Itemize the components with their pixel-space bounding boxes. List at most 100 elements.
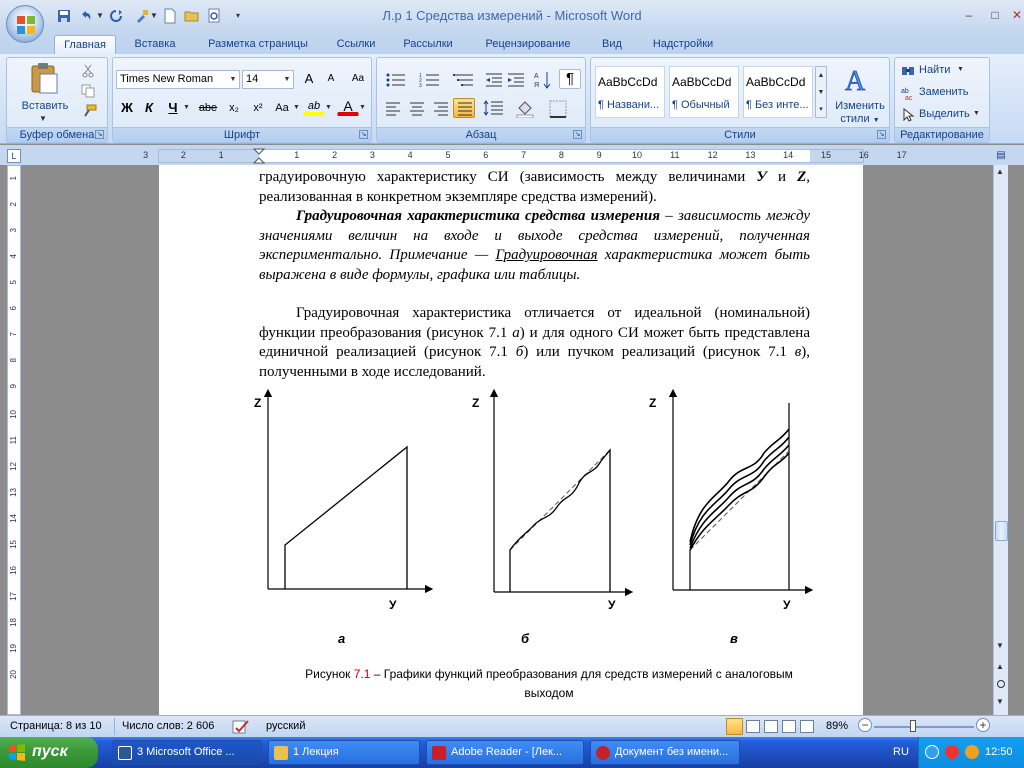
previous-page-icon[interactable]: ▲	[996, 662, 1004, 671]
word-count-status[interactable]: Число слов: 2 606	[122, 720, 214, 732]
vertical-scrollbar[interactable]: ▲ ▼ ▲ ▼	[993, 165, 1008, 715]
tab-page-layout[interactable]: Разметка страницы	[196, 35, 320, 54]
language-status[interactable]: русский	[266, 720, 305, 732]
indent-marker-icon[interactable]	[253, 148, 265, 164]
select-button[interactable]: Выделить	[919, 108, 970, 120]
subscript-button[interactable]: x₂	[223, 98, 245, 118]
replace-button[interactable]: Заменить	[919, 86, 968, 98]
next-page-icon[interactable]: ▼	[996, 697, 1004, 706]
grow-font-button[interactable]: A	[299, 69, 319, 89]
proofing-icon[interactable]	[232, 719, 250, 735]
paste-icon[interactable]	[29, 62, 59, 94]
find-icon[interactable]	[901, 64, 915, 78]
line-spacing-icon[interactable]	[483, 100, 505, 116]
tab-selector[interactable]: L	[7, 149, 21, 163]
tab-review[interactable]: Рецензирование	[474, 35, 582, 54]
print-layout-view-icon[interactable]	[726, 718, 743, 735]
task-adobe[interactable]: Adobe Reader - [Лек...	[426, 740, 584, 765]
document-page[interactable]: градуировочную характеристику СИ (зависи…	[159, 165, 863, 715]
clipboard-launcher-icon[interactable]: ↘	[95, 130, 104, 139]
justify-button[interactable]	[453, 98, 475, 118]
scroll-thumb[interactable]	[995, 521, 1008, 541]
font-launcher-icon[interactable]: ↘	[359, 130, 368, 139]
increase-indent-icon[interactable]	[507, 72, 525, 88]
tab-mailings[interactable]: Рассылки	[394, 35, 462, 54]
sort-icon[interactable]: AЯ	[533, 70, 553, 90]
find-button[interactable]: Найти	[919, 64, 950, 76]
highlight-dropdown-icon[interactable]: ▼	[325, 104, 332, 111]
document-area[interactable]: градуировочную характеристику СИ (зависи…	[22, 165, 992, 715]
zoom-slider[interactable]	[874, 726, 974, 728]
underline-dropdown-icon[interactable]: ▼	[183, 104, 190, 111]
font-name-combo[interactable]: Times New Roman ▼	[116, 70, 240, 89]
multilevel-list-icon[interactable]	[453, 72, 477, 88]
change-case-button[interactable]: Aa	[271, 98, 293, 118]
select-dropdown-icon[interactable]: ▼	[973, 110, 980, 117]
styles-scroll[interactable]: ▲ ▼ ▾	[815, 66, 827, 118]
style-no-spacing[interactable]: AaBbCcDd ¶ Без инте...	[743, 66, 813, 118]
scroll-up-icon[interactable]: ▲	[996, 167, 1004, 176]
tab-home[interactable]: Главная	[54, 35, 116, 54]
zoom-slider-thumb[interactable]	[910, 720, 916, 732]
find-dropdown-icon[interactable]: ▼	[957, 66, 964, 73]
start-button[interactable]: пуск	[0, 737, 98, 768]
shading-icon[interactable]	[515, 100, 535, 118]
tab-addins[interactable]: Надстройки	[642, 35, 724, 54]
full-screen-view-icon[interactable]	[746, 720, 760, 733]
align-right-icon[interactable]	[433, 102, 449, 116]
clear-format-button[interactable]: Aa	[347, 69, 369, 89]
draft-view-icon[interactable]	[800, 720, 814, 733]
change-styles-button[interactable]: Изменить стили ▼	[829, 100, 891, 127]
decrease-indent-icon[interactable]	[485, 72, 503, 88]
outline-view-icon[interactable]	[782, 720, 796, 733]
borders-icon[interactable]	[549, 100, 567, 118]
change-styles-dropdown-icon[interactable]: ▼	[873, 117, 880, 124]
copy-icon[interactable]	[81, 84, 95, 98]
tray-security-icon[interactable]	[945, 745, 959, 759]
task-document[interactable]: Документ без имени...	[590, 740, 740, 765]
italic-button[interactable]: К	[139, 98, 159, 118]
style-normal[interactable]: AaBbCcDd ¶ Обычный	[669, 66, 739, 118]
task-folder[interactable]: 1 Лекция	[268, 740, 420, 765]
paste-dropdown-icon[interactable]: ▼	[39, 114, 47, 123]
strikethrough-button[interactable]: abe	[195, 98, 221, 118]
font-size-dropdown-icon[interactable]: ▼	[281, 71, 293, 88]
tray-update-icon[interactable]	[965, 745, 979, 759]
web-layout-view-icon[interactable]	[764, 720, 778, 733]
maximize-button[interactable]: □	[988, 9, 1002, 21]
zoom-in-icon[interactable]: +	[976, 718, 990, 732]
task-word[interactable]: 3 Microsoft Office ...	[112, 740, 262, 765]
input-language[interactable]: RU	[893, 746, 909, 758]
replace-icon[interactable]: abac	[901, 86, 915, 100]
tab-references[interactable]: Ссылки	[328, 35, 384, 54]
change-styles-icon[interactable]: A	[841, 64, 875, 96]
font-color-dropdown-icon[interactable]: ▼	[359, 104, 366, 111]
tab-insert[interactable]: Вставка	[124, 35, 186, 54]
superscript-button[interactable]: x²	[247, 98, 269, 118]
minimize-button[interactable]: –	[962, 9, 976, 21]
close-button[interactable]: ✕	[1010, 9, 1024, 21]
browse-object-icon[interactable]	[997, 680, 1005, 688]
font-name-dropdown-icon[interactable]: ▼	[227, 71, 239, 88]
numbering-icon[interactable]: 123	[419, 72, 441, 88]
tray-network-icon[interactable]	[925, 745, 939, 759]
highlight-button[interactable]: ab	[303, 96, 325, 116]
font-color-button[interactable]: A	[337, 96, 359, 116]
align-left-icon[interactable]	[385, 102, 401, 116]
underline-button[interactable]: Ч	[163, 98, 183, 118]
align-center-icon[interactable]	[409, 102, 425, 116]
font-size-combo[interactable]: 14 ▼	[242, 70, 294, 89]
styles-launcher-icon[interactable]: ↘	[877, 130, 886, 139]
paragraph-launcher-icon[interactable]: ↘	[573, 130, 582, 139]
paste-button[interactable]: Вставить	[15, 96, 75, 116]
scroll-down-icon[interactable]: ▼	[996, 641, 1004, 650]
view-ruler-icon[interactable]: ▤	[994, 150, 1008, 166]
select-icon[interactable]	[901, 108, 915, 122]
bullets-icon[interactable]	[385, 72, 407, 88]
shrink-font-button[interactable]: A	[321, 69, 341, 89]
cut-icon[interactable]	[81, 64, 95, 78]
horizontal-ruler[interactable]: 3 2 1 1 2 3 4 5 6 7 8 9 10 11 12 13 14 15 16 17	[143, 148, 907, 164]
page-count-status[interactable]: Страница: 8 из 10	[10, 720, 102, 732]
office-button[interactable]	[6, 5, 44, 43]
change-case-dropdown-icon[interactable]: ▼	[293, 104, 300, 111]
